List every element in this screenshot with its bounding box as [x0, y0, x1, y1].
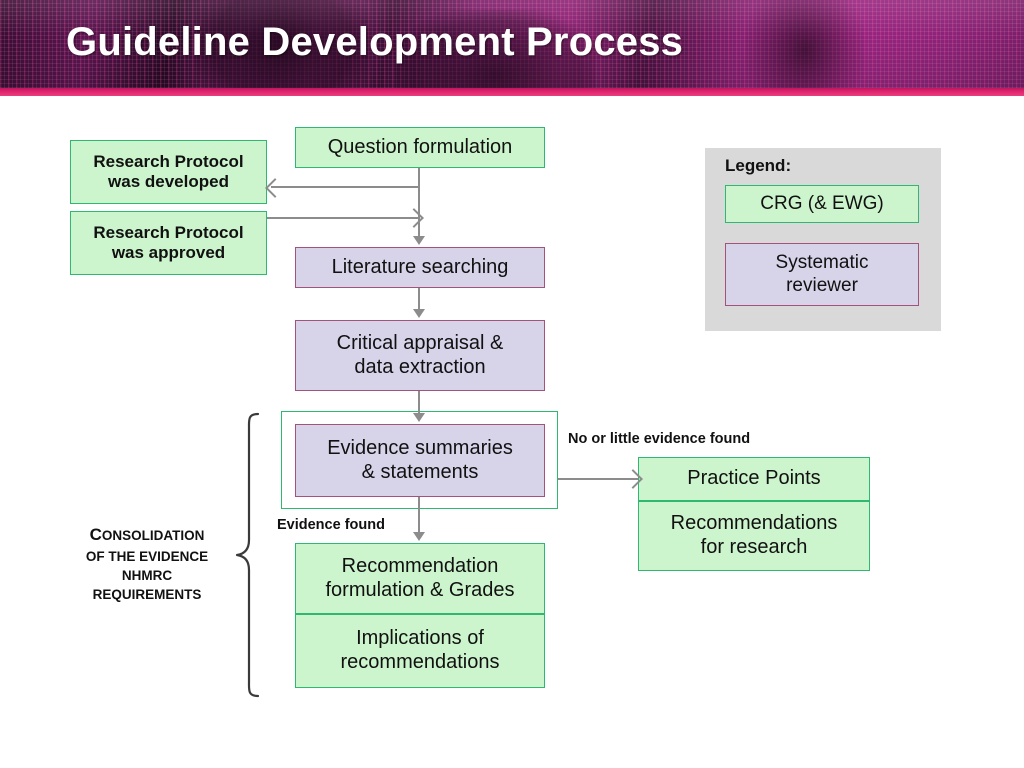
node-evidence-summaries-line1: Evidence summaries	[327, 436, 513, 459]
connector-question-to-protocol-developed	[271, 186, 419, 188]
header-accent-stripe	[0, 88, 1024, 96]
consolidation-line-3: NHMRC	[121, 568, 173, 583]
node-evidence-summaries-line2: & statements	[361, 460, 479, 483]
node-practice-points[interactable]: Practice Points	[638, 457, 870, 501]
arrowhead-literature-to-appraisal	[413, 309, 425, 318]
arrowhead-appraisal-to-evidence	[413, 413, 425, 422]
node-question-formulation-label: Question formulation	[327, 135, 513, 158]
node-critical-appraisal-line1: Critical appraisal &	[336, 331, 504, 354]
node-implications-line1: Implications of	[356, 627, 484, 650]
node-practice-points-label: Practice Points	[687, 467, 821, 490]
node-research-protocol-developed-line1: Research Protocol	[93, 151, 244, 171]
legend-item-systematic-reviewer: Systematic reviewer	[725, 243, 919, 306]
node-implications-line2: recommendations	[340, 651, 500, 673]
legend-item-systematic-reviewer-line1: Systematic	[775, 252, 869, 274]
arrowhead-protocol-approved	[404, 208, 424, 228]
connector-literature-to-appraisal	[418, 288, 420, 311]
arrowhead-question-to-literature	[413, 236, 425, 245]
node-question-formulation[interactable]: Question formulation	[295, 127, 545, 168]
legend-item-systematic-reviewer-line2: reviewer	[786, 274, 858, 296]
arrowhead-protocol-developed	[265, 178, 285, 198]
legend-item-crg-label: CRG (& EWG)	[760, 192, 884, 214]
edge-label-evidence-found: Evidence found	[277, 517, 385, 533]
node-research-protocol-developed-line2: was developed	[108, 172, 229, 191]
edge-label-no-or-little-evidence: No or little evidence found	[568, 431, 751, 447]
node-research-protocol-approved-line1: Research Protocol	[93, 222, 244, 242]
node-evidence-summaries[interactable]: Evidence summaries & statements	[295, 424, 545, 497]
node-recommendation-formulation-line2: formulation & Grades	[325, 578, 515, 601]
consolidation-line-1: CONSOLIDATION	[62, 525, 232, 545]
consolidation-line-4: REQUIREMENTS	[92, 587, 202, 602]
legend-item-crg: CRG (& EWG)	[725, 185, 919, 223]
connector-evidence-to-recommendation	[418, 497, 420, 535]
legend-title: Legend:	[725, 156, 792, 175]
connector-protocol-approved-to-flow	[267, 217, 419, 219]
node-recommendations-research-line1: Recommendations	[670, 512, 838, 535]
node-research-protocol-approved[interactable]: Research Protocol was approved	[70, 211, 267, 275]
node-implications-of-recommendations[interactable]: Implications of recommendations	[295, 614, 545, 688]
node-recommendations-for-research[interactable]: Recommendations for research	[638, 501, 870, 571]
consolidation-line1-rest: ONSOLIDATION	[101, 528, 205, 543]
node-literature-searching[interactable]: Literature searching	[295, 247, 545, 288]
page-title: Guideline Development Process	[66, 20, 684, 64]
connector-appraisal-to-evidence	[418, 391, 420, 415]
node-critical-appraisal-line2: data extraction	[354, 355, 486, 378]
consolidation-line-2: OF THE EVIDENCE	[85, 549, 209, 564]
connector-question-to-literature	[418, 168, 420, 238]
slide-header-banner: Guideline Development Process	[0, 0, 1024, 88]
node-literature-searching-label: Literature searching	[331, 255, 509, 278]
node-recommendation-formulation[interactable]: Recommendation formulation & Grades	[295, 543, 545, 614]
node-recommendations-research-line2: for research	[700, 536, 808, 558]
node-research-protocol-developed[interactable]: Research Protocol was developed	[70, 140, 267, 204]
consolidation-caption: CONSOLIDATION OF THE EVIDENCE NHMRC REQU…	[62, 525, 232, 602]
node-research-protocol-approved-line2: was approved	[111, 243, 226, 262]
arrowhead-evidence-to-recommendation	[413, 532, 425, 541]
node-critical-appraisal[interactable]: Critical appraisal & data extraction	[295, 320, 545, 391]
consolidation-line1-cap: C	[89, 525, 102, 544]
consolidation-brace	[232, 410, 260, 700]
node-recommendation-formulation-line1: Recommendation	[341, 554, 499, 577]
